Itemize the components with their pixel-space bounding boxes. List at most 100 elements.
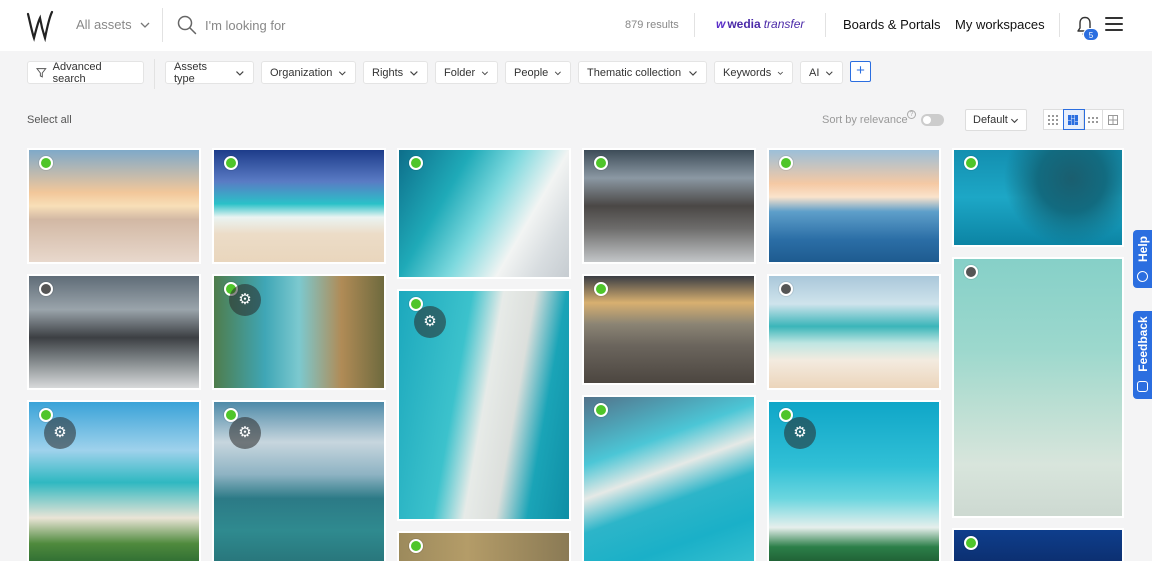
asset-card[interactable] — [212, 148, 386, 264]
asset-thumbnail — [399, 533, 569, 561]
search-input[interactable] — [205, 14, 585, 36]
filter-label: Assets type — [174, 60, 208, 85]
status-dot-active — [409, 156, 423, 170]
status-dot-active — [779, 156, 793, 170]
asset-card[interactable]: ⚙ — [212, 400, 386, 561]
filter-label: Folder — [444, 66, 476, 79]
filter-label: Rights — [372, 66, 404, 79]
my-workspaces-link[interactable]: My workspaces — [955, 17, 1045, 32]
asset-card[interactable] — [952, 528, 1124, 561]
status-dot-inactive — [964, 265, 978, 279]
view-large-grid-icon[interactable] — [1103, 110, 1123, 129]
status-dot-active — [409, 539, 423, 553]
status-dot-active — [224, 156, 238, 170]
asset-card[interactable]: ⚙ — [27, 400, 201, 561]
wediatransfer-link[interactable]: w wedia transfer — [716, 17, 804, 31]
asset-card[interactable]: ⚙ — [767, 400, 941, 561]
status-dot-inactive — [39, 282, 53, 296]
gear-icon[interactable]: ⚙ — [414, 306, 446, 338]
gear-icon[interactable]: ⚙ — [44, 417, 76, 449]
asset-thumbnail — [954, 530, 1122, 561]
asset-card[interactable]: ⚙ — [397, 289, 571, 521]
boards-portals-link[interactable]: Boards & Portals — [843, 17, 941, 32]
filter-thematic-collection[interactable]: Thematic collection — [578, 61, 707, 84]
results-count: 879 results — [625, 19, 679, 31]
filter-label: People — [514, 66, 549, 79]
chevron-down-icon — [1010, 118, 1019, 123]
gear-icon[interactable]: ⚙ — [229, 417, 261, 449]
asset-card[interactable] — [582, 274, 756, 385]
chevron-down-icon — [236, 70, 244, 76]
status-dot-inactive — [779, 282, 793, 296]
filter-rights[interactable]: Rights — [363, 61, 428, 84]
chevron-down-icon — [778, 71, 784, 75]
view-mode-switcher — [1043, 109, 1124, 130]
asset-card[interactable] — [397, 148, 571, 279]
filter-folder[interactable]: Folder — [435, 61, 498, 84]
notification-badge: 5 — [1083, 28, 1099, 41]
asset-card[interactable] — [767, 274, 941, 390]
asset-thumbnail — [769, 276, 939, 388]
chevron-down-icon — [410, 70, 418, 76]
filter-keywords[interactable]: Keywords — [714, 61, 793, 84]
filter-label: Keywords — [723, 66, 772, 79]
chevron-down-icon — [339, 70, 347, 75]
filter-label: AI — [809, 66, 820, 79]
filter-funnel-icon — [36, 68, 47, 78]
search-icon[interactable] — [177, 15, 197, 35]
brand-suffix: transfer — [763, 17, 805, 31]
view-small-grid-icon[interactable] — [1044, 110, 1064, 129]
asset-card[interactable] — [952, 257, 1124, 518]
asset-thumbnail — [954, 259, 1122, 516]
status-dot-active — [964, 536, 978, 550]
asset-card[interactable] — [952, 148, 1124, 247]
divider — [825, 13, 826, 37]
feedback-tab[interactable]: Feedback — [1133, 311, 1152, 399]
sort-order-value: Default — [973, 114, 1008, 126]
asset-card[interactable] — [27, 148, 201, 264]
sort-by-relevance-label: Sort by relevance — [822, 114, 908, 126]
asset-card[interactable] — [582, 148, 756, 264]
asset-thumbnail — [399, 150, 569, 277]
asset-card[interactable] — [27, 274, 201, 390]
view-list-dots-icon[interactable] — [1084, 110, 1104, 129]
filter-assets-type[interactable]: Assets type — [165, 60, 254, 85]
asset-card[interactable] — [767, 148, 941, 264]
help-tab[interactable]: Help — [1133, 230, 1152, 288]
status-dot-active — [594, 282, 608, 296]
select-all-link[interactable]: Select all — [27, 114, 72, 126]
sort-relevance-toggle[interactable] — [921, 114, 944, 126]
top-header: All assets 879 results w wediatransfer B… — [0, 0, 1152, 51]
help-tab-label: Help — [1136, 236, 1150, 263]
chevron-down-icon — [555, 71, 562, 75]
chat-bubble-icon — [1137, 381, 1148, 392]
gear-icon[interactable]: ⚙ — [784, 417, 816, 449]
status-dot-active — [594, 156, 608, 170]
divider — [162, 8, 163, 42]
asset-thumbnail — [954, 150, 1122, 245]
asset-card[interactable] — [582, 395, 756, 561]
asset-thumbnail — [584, 150, 754, 262]
wedia-logo-icon[interactable] — [22, 8, 56, 42]
filter-organization[interactable]: Organization — [261, 61, 356, 84]
gear-icon[interactable]: ⚙ — [229, 284, 261, 316]
asset-scope-label: All assets — [76, 17, 132, 32]
status-dot-active — [964, 156, 978, 170]
status-dot-active — [39, 156, 53, 170]
sort-order-select[interactable]: Default — [965, 109, 1027, 131]
asset-thumbnail — [584, 276, 754, 383]
advanced-search-button[interactable]: Advanced search — [27, 61, 144, 85]
feedback-tab-label: Feedback — [1136, 316, 1150, 372]
help-circle-icon — [1137, 271, 1148, 282]
filter-label: Organization — [270, 66, 333, 79]
view-masonry-icon[interactable] — [1062, 109, 1085, 130]
asset-card[interactable]: ⚙ — [212, 274, 386, 390]
asset-scope-dropdown[interactable]: All assets — [76, 17, 150, 32]
filter-people[interactable]: People — [505, 61, 571, 84]
hamburger-menu-icon[interactable] — [1105, 17, 1123, 31]
sort-help-icon[interactable]: ? — [907, 110, 916, 119]
asset-card[interactable] — [397, 531, 571, 561]
filter-ai[interactable]: AI — [800, 61, 843, 84]
wediatransfer-logo-icon: w — [716, 17, 725, 31]
add-filter-button[interactable]: + — [850, 61, 871, 82]
